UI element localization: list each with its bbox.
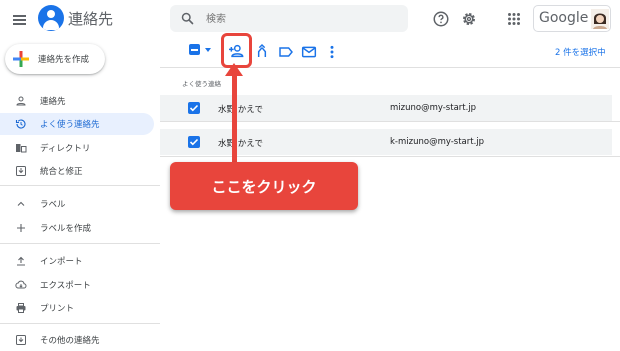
row-checkbox[interactable] (188, 136, 200, 148)
sidebar-item-labels-header[interactable]: ラベル (0, 193, 154, 215)
selection-count: 2 件を選択中 (555, 48, 606, 58)
select-all-checkbox[interactable] (189, 44, 200, 55)
google-account-button[interactable]: Google (533, 5, 611, 32)
print-icon (16, 303, 26, 313)
help-icon[interactable] (432, 10, 450, 28)
label-icon[interactable] (278, 44, 294, 60)
sidebar-item-label: ラベル (40, 200, 66, 210)
row-divider (160, 121, 620, 122)
directory-icon (16, 144, 27, 153)
sidebar-item-merge[interactable]: 統合と修正 (0, 160, 154, 182)
sidebar-item-export[interactable]: エクスポート (0, 274, 154, 296)
create-contact-button[interactable]: 連絡先を作成 (5, 44, 105, 74)
search-icon (181, 12, 194, 25)
sidebar-item-contacts[interactable]: 連絡先 (0, 90, 154, 112)
create-contact-label: 連絡先を作成 (38, 55, 90, 65)
plus-icon (13, 51, 29, 67)
table-row[interactable]: 水野 かえで mizuno@my-start.jp (160, 95, 612, 121)
sidebar-item-label: よく使う連絡先 (40, 120, 100, 130)
apps-icon[interactable] (505, 10, 523, 28)
menu-button[interactable] (10, 10, 30, 30)
annotation-arrow (232, 75, 237, 162)
section-label: よく使う連絡 (182, 80, 221, 88)
sidebar-item-directory[interactable]: ディレクトリ (0, 137, 154, 159)
contact-email: k-mizuno@my-start.jp (390, 137, 485, 147)
merge-icon (16, 166, 26, 176)
callout-text: ここをクリック (211, 178, 317, 196)
sidebar-item-label: エクスポート (40, 281, 91, 291)
cloud-download-icon (15, 280, 27, 289)
sidebar-divider (0, 243, 160, 244)
settings-icon[interactable] (460, 10, 478, 28)
row-checkbox[interactable] (188, 102, 200, 114)
table-row[interactable]: 水野 かえで k-mizuno@my-start.jp (160, 129, 612, 155)
google-label: Google (539, 10, 589, 26)
row-divider (160, 156, 620, 157)
email-icon[interactable] (301, 44, 317, 60)
sidebar-item-label: 統合と修正 (40, 167, 83, 177)
upload-icon (17, 256, 25, 266)
history-icon (15, 119, 26, 129)
search-input[interactable] (204, 9, 398, 30)
plus-icon (17, 224, 25, 232)
sidebar-item-print[interactable]: プリント (0, 297, 154, 319)
sidebar-item-label: ディレクトリ (40, 144, 91, 154)
contacts-logo-icon (38, 5, 64, 31)
search-bar[interactable] (170, 5, 408, 32)
contact-email: mizuno@my-start.jp (390, 103, 477, 113)
sidebar-divider (0, 185, 160, 186)
select-dropdown-icon[interactable] (205, 48, 211, 52)
chevron-up-icon (17, 201, 25, 206)
app-title: 連絡先 (68, 10, 114, 28)
sidebar-item-label: 連絡先 (40, 97, 66, 107)
sidebar-divider (0, 323, 160, 324)
callout-box: ここをクリック (170, 162, 358, 210)
contact-name: 水野 かえで (218, 105, 263, 115)
more-vert-icon[interactable] (324, 44, 340, 60)
sidebar-item-label: インポート (40, 257, 83, 267)
contact-name: 水野 かえで (218, 139, 263, 149)
sidebar-item-frequent[interactable]: よく使う連絡先 (0, 113, 154, 135)
other-contacts-icon (16, 335, 26, 345)
sidebar-item-create-label[interactable]: ラベルを作成 (0, 217, 154, 239)
sidebar-item-label: プリント (40, 304, 75, 314)
sidebar-item-label: ラベルを作成 (40, 224, 92, 234)
person-icon (16, 96, 26, 106)
sidebar-item-label: その他の連絡先 (40, 336, 100, 346)
sidebar-item-import[interactable]: インポート (0, 250, 154, 272)
annotation-arrowhead (225, 63, 243, 76)
account-avatar (591, 9, 609, 29)
merge-icon[interactable] (254, 43, 270, 59)
